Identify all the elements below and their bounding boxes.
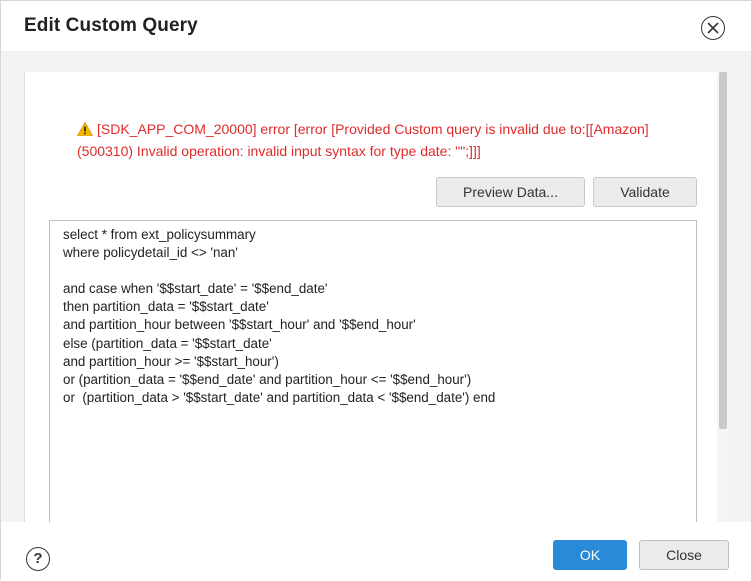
ok-button[interactable]: OK (553, 540, 627, 570)
query-editor[interactable]: select * from ext_policysummary where po… (49, 220, 697, 524)
error-text-line1: [SDK_APP_COM_20000] error [error [Provid… (97, 121, 649, 137)
close-circle-icon[interactable] (701, 16, 725, 40)
query-text[interactable]: select * from ext_policysummary where po… (50, 221, 696, 407)
error-message: [SDK_APP_COM_20000] error [error [Provid… (76, 119, 717, 161)
edit-custom-query-dialog: Edit Custom Query [SDK_APP_COM_20000] er… (0, 0, 751, 581)
close-button[interactable]: Close (639, 540, 729, 570)
error-text-line2: (500310) Invalid operation: invalid inpu… (77, 143, 481, 159)
help-circle-icon[interactable]: ? (26, 547, 50, 571)
preview-data-button[interactable]: Preview Data... (436, 177, 585, 207)
dialog-title: Edit Custom Query (24, 15, 198, 36)
validate-button[interactable]: Validate (593, 177, 697, 207)
dialog-header: Edit Custom Query (1, 1, 751, 51)
scrollbar-thumb[interactable] (719, 72, 727, 429)
warning-triangle-icon (76, 121, 94, 141)
